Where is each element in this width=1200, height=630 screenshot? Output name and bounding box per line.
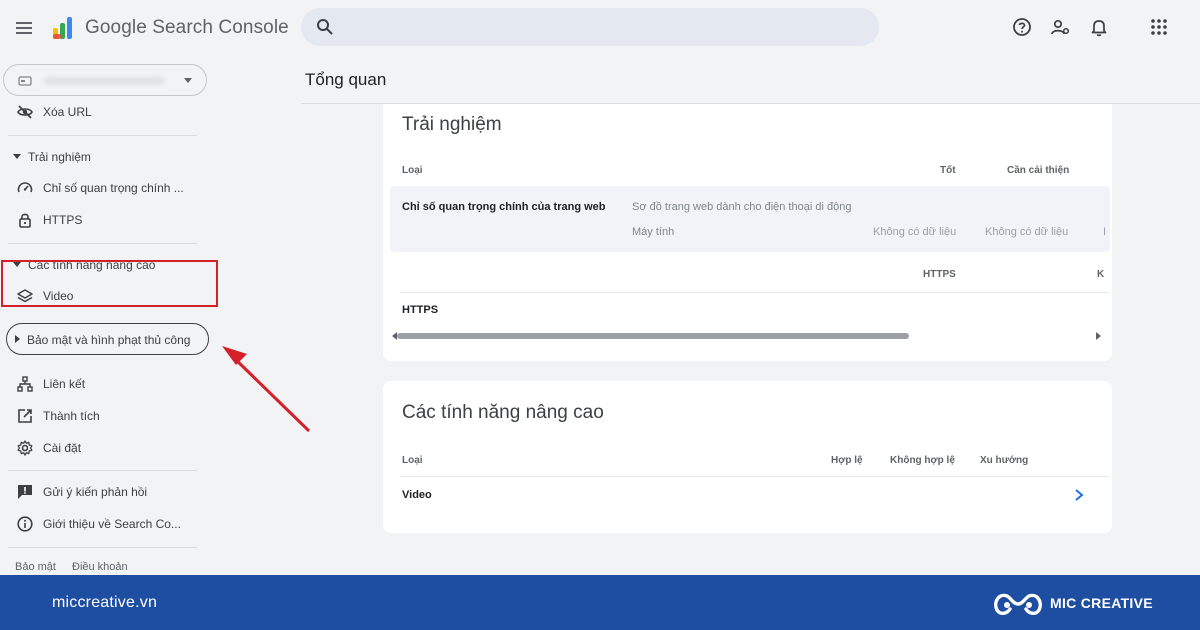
enhancements-card: Các tính năng nâng cao Loại Hợp lệ Không… — [383, 381, 1112, 533]
row-label-video[interactable]: Video — [402, 489, 432, 501]
search-icon[interactable] — [315, 17, 335, 37]
table-row-cwv[interactable] — [390, 186, 1110, 252]
col-header-valid: Hợp lệ — [831, 455, 863, 466]
sidebar-item-label: Gửi ý kiến phản hồi — [43, 485, 148, 499]
hamburger-menu-icon[interactable] — [14, 18, 34, 38]
privacy-link[interactable]: Bảo mật — [15, 561, 56, 573]
sidebar-item-https[interactable]: HTTPS — [0, 206, 200, 234]
no-data-good: Không có dữ liệu — [873, 226, 957, 238]
sidebar-item-label: Thành tích — [43, 409, 100, 423]
caret-right-icon — [15, 335, 20, 343]
row-label-cwv: Chỉ số quan trọng chính của trang web — [402, 201, 606, 213]
sidebar-item-about[interactable]: Giới thiệu về Search Co... — [0, 510, 200, 538]
app-title[interactable]: Google Search Console — [85, 17, 289, 39]
section-label: Trải nghiệm — [28, 150, 91, 164]
brand-name: MIC CREATIVE — [1050, 595, 1153, 611]
sidebar-item-links[interactable]: Liên kết — [0, 370, 200, 398]
col-header-needs-improvement: Cần cải thiện — [1007, 165, 1070, 176]
chevron-down-icon[interactable] — [184, 78, 192, 83]
sidebar-item-label: Giới thiệu về Search Co... — [43, 517, 181, 531]
property-selector[interactable] — [3, 64, 207, 96]
sidebar-item-label: HTTPS — [43, 213, 83, 227]
col-header-type: Loại — [402, 165, 423, 176]
feedback-icon — [18, 485, 32, 499]
sidebar-item-label: Liên kết — [43, 377, 86, 391]
page-title: Tổng quan — [305, 70, 387, 89]
col-header-type: Loại — [402, 455, 423, 466]
top-app-bar: Google Search Console — [0, 0, 1200, 56]
notifications-bell-icon[interactable] — [1088, 16, 1110, 38]
brand-footer: miccreative.vn MIC CREATIVE — [0, 575, 1200, 630]
card-title: Các tính năng nâng cao — [402, 402, 604, 423]
eye-off-icon — [17, 105, 33, 119]
sidebar-divider — [8, 470, 197, 471]
col-header-partial: K — [1097, 269, 1105, 280]
help-icon[interactable] — [1011, 16, 1033, 38]
sidebar-item-feedback[interactable]: Gửi ý kiến phản hồi — [0, 478, 200, 506]
sidebar-item-remove-url[interactable]: Xóa URL — [0, 98, 200, 126]
col-header-good: Tốt — [940, 165, 956, 176]
sidebar-divider — [8, 135, 197, 136]
no-data-partial: I — [1103, 226, 1107, 238]
lock-icon — [19, 213, 31, 228]
sidebar-item-core-web-vitals[interactable]: Chỉ số quan trọng chính ... — [0, 174, 200, 202]
search-bar[interactable] — [301, 8, 879, 46]
sidebar-item-achievements[interactable]: Thành tích — [0, 402, 200, 430]
property-name-blurred — [44, 77, 164, 85]
sidebar-section-experience[interactable]: Trải nghiệm — [0, 144, 200, 170]
row-sub-desktop: Máy tính — [632, 226, 675, 238]
col-header-invalid: Không hợp lệ — [890, 455, 955, 466]
no-data-needs-improvement: Không có dữ liệu — [985, 226, 1069, 238]
sidebar-item-label: Chỉ số quan trọng chính ... — [43, 181, 184, 195]
sidebar-nav: Xóa URL Trải nghiệm Chỉ số quan trọng ch… — [0, 56, 215, 575]
highlight-box — [1, 260, 218, 307]
search-console-logo-icon[interactable] — [50, 14, 78, 42]
row-divider — [400, 292, 1110, 293]
search-input[interactable] — [345, 8, 865, 46]
website-url[interactable]: miccreative.vn — [52, 594, 157, 612]
sidebar-item-settings[interactable]: Cài đặt — [0, 434, 200, 462]
row-sub-mobile: Sơ đồ trang web dành cho điện thoại di đ… — [632, 201, 852, 213]
scrollbar-thumb[interactable] — [397, 333, 909, 339]
mic-creative-logo-icon — [994, 593, 1042, 615]
apps-grid-icon[interactable] — [1148, 16, 1170, 38]
open-external-icon — [18, 409, 32, 423]
sidebar-section-security-manual-actions[interactable]: Bảo mật và hình phạt thủ công — [6, 323, 209, 355]
chevron-right-icon[interactable] — [1073, 488, 1085, 502]
col-header-trend: Xu hướng — [980, 455, 1029, 466]
col-header-https: HTTPS — [923, 269, 956, 280]
sitemap-icon — [17, 376, 33, 392]
terms-link[interactable]: Điều khoản — [72, 561, 128, 573]
row-divider — [400, 476, 1110, 477]
sidebar-divider — [8, 547, 197, 548]
caret-down-icon — [13, 154, 21, 159]
section-label: Bảo mật và hình phạt thủ công — [27, 333, 191, 347]
row-label-https[interactable]: HTTPS — [402, 304, 438, 316]
sidebar-item-label: Xóa URL — [43, 105, 92, 119]
scroll-right-arrow-icon[interactable] — [1096, 332, 1101, 340]
card-title: Trải nghiệm — [402, 114, 502, 135]
sidebar-divider — [8, 243, 197, 244]
info-icon — [17, 516, 33, 532]
experience-card: Trải nghiệm Loại Tốt Cần cải thiện Chỉ s… — [383, 104, 1112, 361]
property-icon — [18, 76, 32, 86]
users-settings-icon[interactable] — [1049, 16, 1071, 38]
speedometer-icon — [17, 182, 33, 193]
sidebar-item-label: Cài đặt — [43, 441, 82, 455]
gear-icon — [17, 440, 33, 456]
